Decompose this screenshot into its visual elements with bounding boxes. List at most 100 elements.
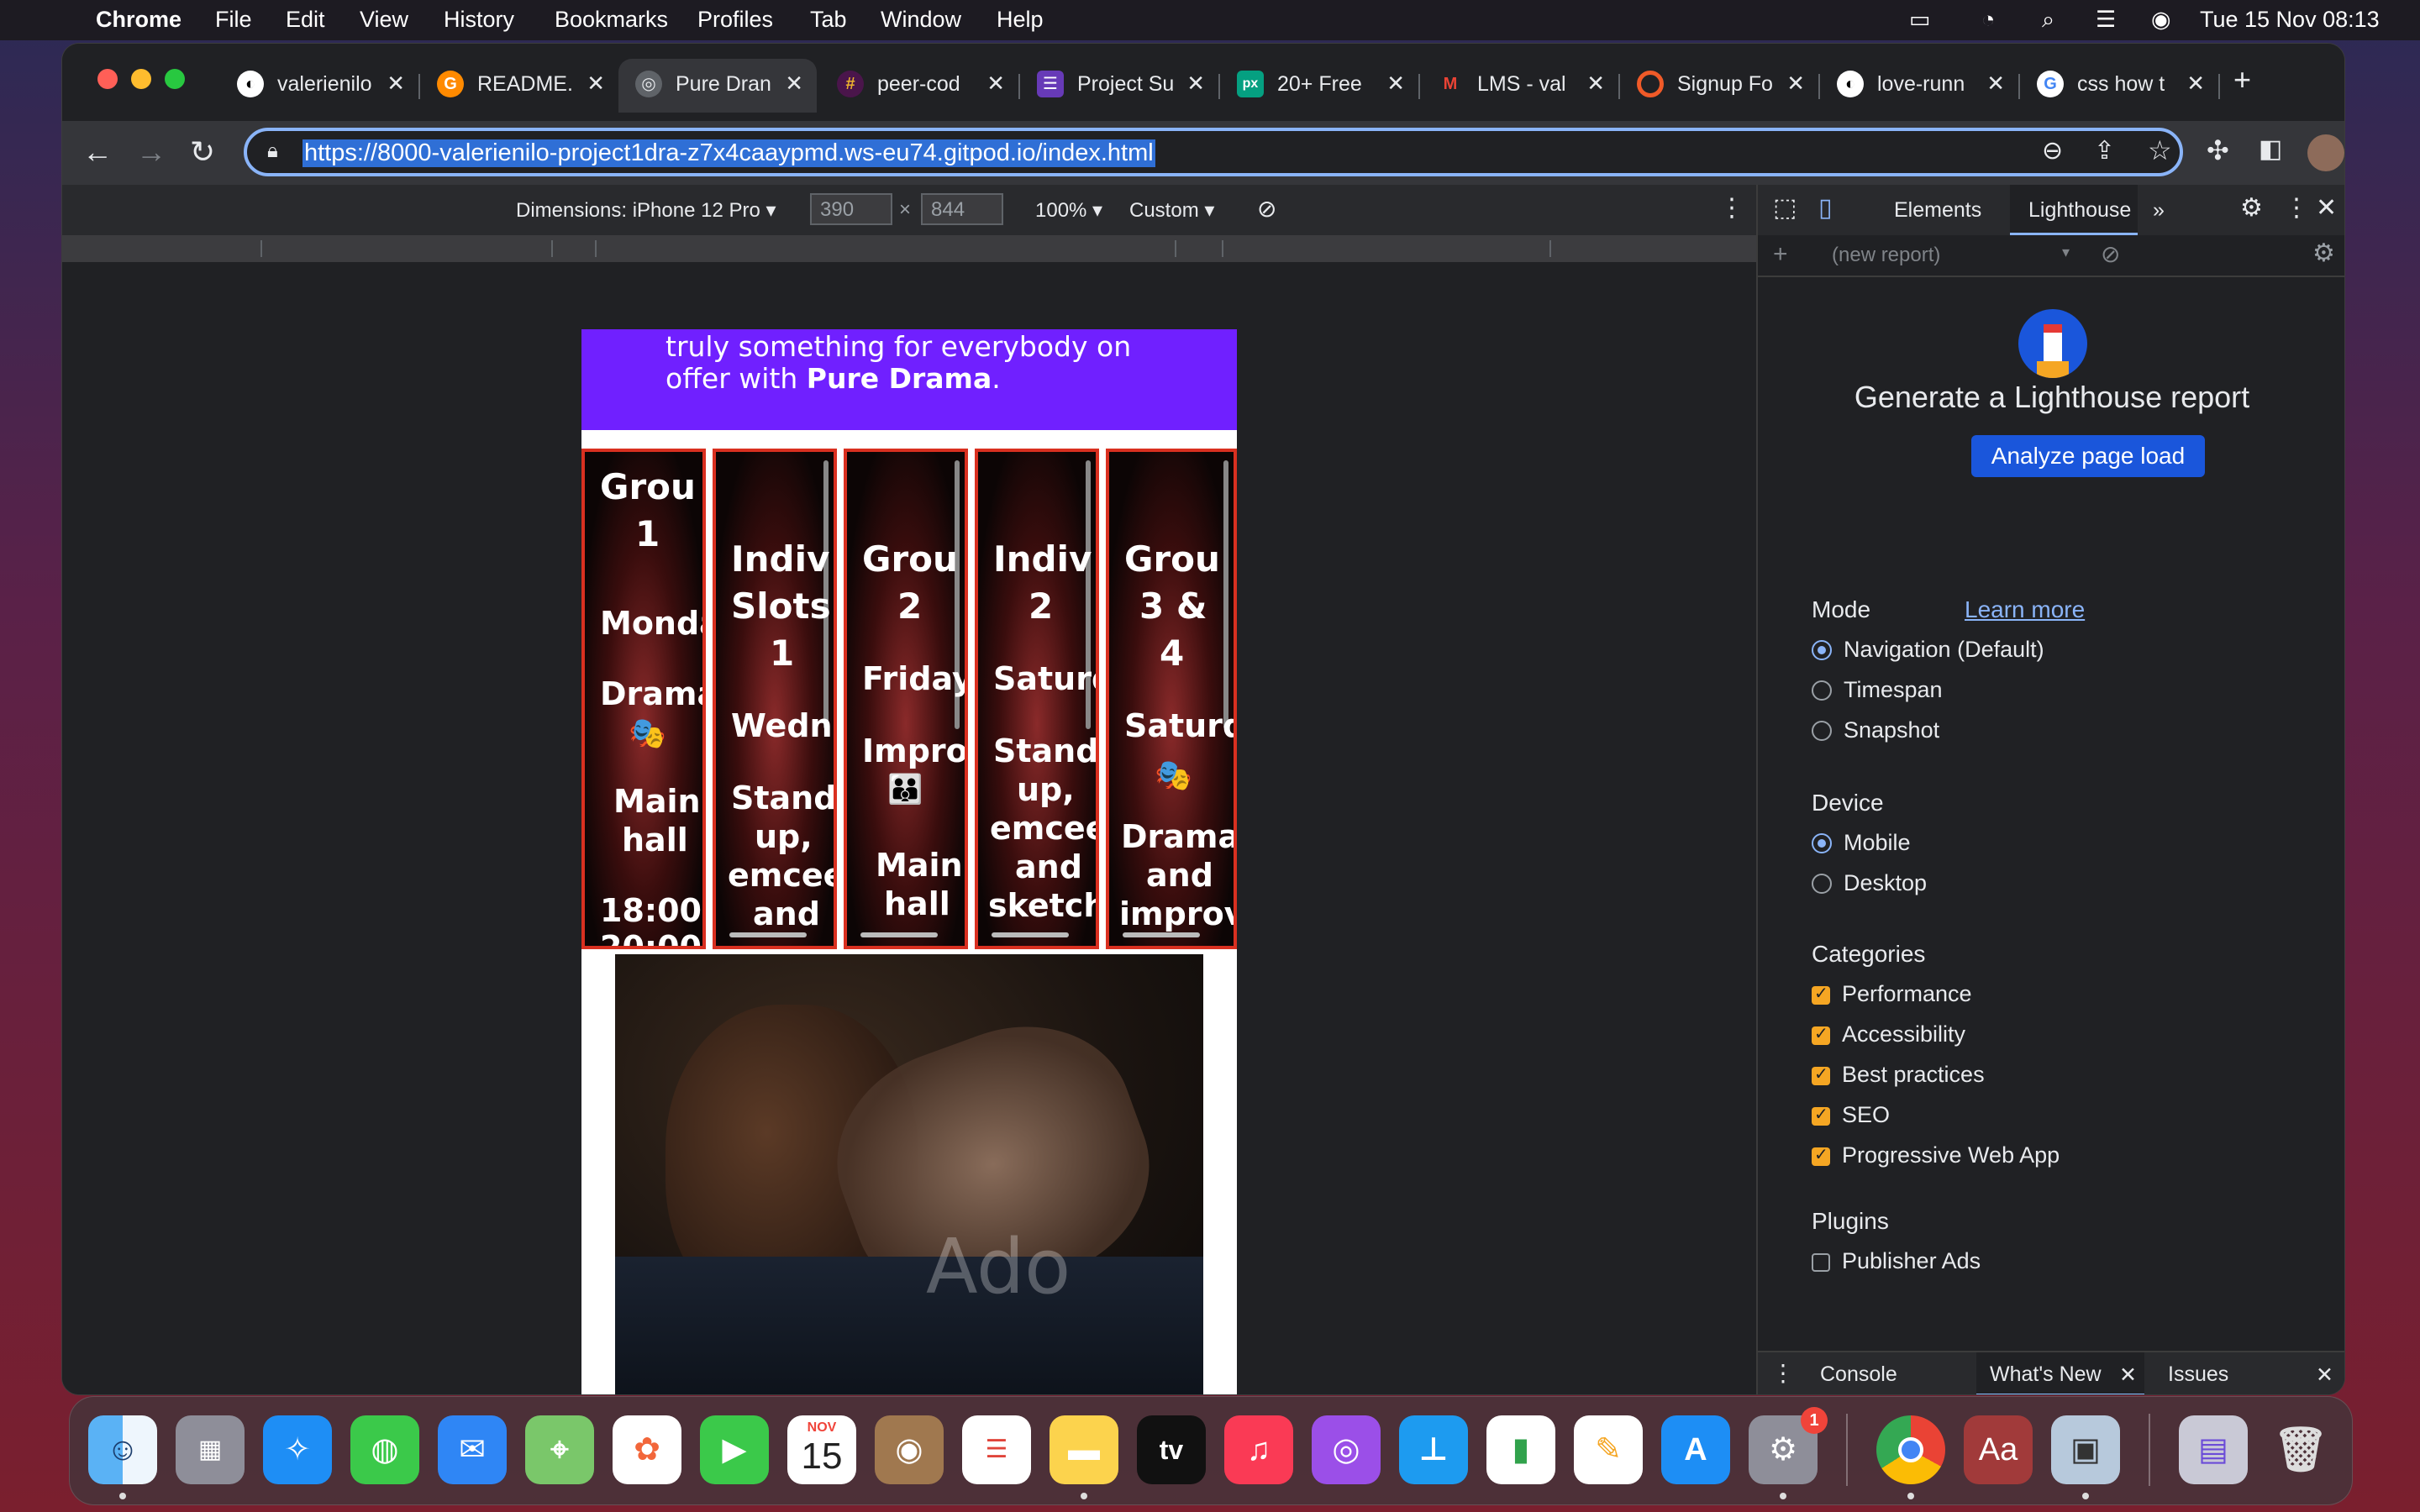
close-tab-icon[interactable]: ✕ [1386,71,1405,97]
mode-snapshot-label[interactable]: Snapshot [1844,717,1939,743]
tab-4[interactable]: ☰ Project Su ✕ [1037,59,1205,113]
podcasts-icon[interactable]: ◎ [1312,1415,1381,1484]
messages-icon[interactable]: ◍ [350,1415,419,1484]
performance-label[interactable]: Performance [1842,981,1972,1007]
menu-app-name[interactable]: Chrome [96,7,182,33]
rotate-icon[interactable]: ⊘ [1257,195,1276,223]
menu-view[interactable]: View [360,7,408,33]
keynote-icon[interactable]: ⊥ [1399,1415,1468,1484]
clear-report-icon[interactable]: ⊘ [2101,240,2120,268]
card-horizontal-scrollbar[interactable] [860,932,938,937]
new-report-plus-icon[interactable]: + [1773,240,1788,269]
system-preferences-icon[interactable]: ⚙ 1 [1749,1407,1828,1484]
best-practices-label[interactable]: Best practices [1842,1062,1985,1088]
menu-file[interactable]: File [215,7,252,33]
new-tab-button[interactable]: + [2233,62,2251,97]
menu-tab[interactable]: Tab [810,7,847,33]
zoom-window-button[interactable] [165,69,185,89]
mail-icon[interactable]: ✉ [438,1415,507,1484]
close-tab-icon[interactable]: ✕ [986,71,1005,97]
analyze-page-load-button[interactable]: Analyze page load [1971,435,2205,477]
chrome-icon[interactable] [1876,1415,1945,1484]
reload-button[interactable]: ↻ [190,134,215,170]
numbers-icon[interactable]: ▮ [1486,1415,1555,1484]
tab-3[interactable]: # peer-cod ✕ [837,59,1005,113]
preview-icon[interactable]: ▣ [2051,1415,2120,1484]
tab-2[interactable]: ◎ Pure Dran ✕ [618,59,817,113]
reminders-icon[interactable]: ☰ [962,1415,1031,1484]
apple-tv-icon[interactable]: tv [1137,1415,1206,1484]
wifi-icon[interactable]: ◔ [1981,7,1995,33]
card-horizontal-scrollbar[interactable] [992,932,1069,937]
side-panel-icon[interactable]: ◧ [2259,134,2282,164]
zoom-dropdown[interactable]: 100% ▾ [1035,198,1102,223]
card-horizontal-scrollbar[interactable] [729,932,807,937]
pwa-checkbox[interactable] [1812,1144,1830,1166]
facetime-icon[interactable]: ▶ [700,1415,769,1484]
launchpad-icon[interactable]: ▦ [176,1415,245,1484]
publisher-ads-label[interactable]: Publisher Ads [1842,1248,1981,1274]
devtools-more-icon[interactable]: ⋮ [2284,193,2309,223]
schedule-card-2[interactable]: Grou 2 Friday Impro 👪 Main hall [844,449,968,949]
close-tab-icon[interactable]: ✕ [2186,71,2205,97]
drawer-tab-console[interactable]: Console [1820,1362,1897,1387]
menu-help[interactable]: Help [997,7,1044,33]
device-desktop-radio[interactable] [1812,874,1832,894]
calendar-icon[interactable]: NOV 15 [787,1415,856,1484]
more-tabs-icon[interactable]: » [2153,198,2165,223]
close-tab-icon[interactable]: ✕ [1186,71,1205,97]
tab-7[interactable]: Signup Fo ✕ [1637,59,1805,113]
spotlight-search-icon[interactable]: ⌕ [2042,7,2054,34]
tab-5[interactable]: px 20+ Free ✕ [1237,59,1405,113]
pwa-label[interactable]: Progressive Web App [1842,1142,2060,1168]
music-icon[interactable]: ♫ [1224,1415,1293,1484]
minimize-window-button[interactable] [131,69,151,89]
report-dropdown-icon[interactable]: ▾ [2062,244,2070,261]
accessibility-checkbox[interactable] [1812,1023,1830,1045]
mode-snapshot-radio[interactable] [1812,721,1832,741]
inspect-element-icon[interactable]: ⬚ [1773,193,1797,223]
tab-9[interactable]: G css how t ✕ [2037,59,2205,113]
close-tab-icon[interactable]: ✕ [1586,71,1605,97]
siri-icon[interactable]: ◉ [2151,7,2171,33]
tab-8[interactable]: ◐ love-runn ✕ [1837,59,2005,113]
extensions-puzzle-icon[interactable]: ✣ [2207,134,2229,166]
device-height-input[interactable]: 844 [921,193,1003,225]
close-drawer-icon[interactable]: ✕ [2316,1362,2333,1388]
menu-bookmarks[interactable]: Bookmarks [555,7,668,33]
share-icon[interactable]: ⇪ [2094,136,2115,165]
card-scrollbar[interactable] [1223,460,1228,729]
device-toolbar-more-icon[interactable]: ⋮ [1719,193,1744,223]
back-button[interactable]: ← [82,134,113,170]
schedule-card-3[interactable]: Indiv 2 Saturd Stand up, emcee and sketc… [975,449,1099,949]
zoom-out-icon[interactable]: ⊖ [2042,136,2063,165]
close-tab-icon[interactable]: ✕ [785,71,803,97]
mode-navigation-radio[interactable] [1812,640,1832,660]
device-dimensions-dropdown[interactable]: Dimensions: iPhone 12 Pro ▾ [516,198,776,223]
emulated-page[interactable]: truly something for everybody on offer w… [581,329,1237,1394]
menu-window[interactable]: Window [881,7,961,33]
device-mobile-label[interactable]: Mobile [1844,830,1911,856]
app-store-icon[interactable]: A [1661,1415,1730,1484]
trash-icon[interactable]: 🗑︎ [2266,1415,2335,1484]
finder-icon[interactable]: ☺ [88,1415,157,1484]
close-devtools-icon[interactable]: ✕ [2316,193,2337,223]
tab-1[interactable]: G README. ✕ [437,59,605,113]
device-width-input[interactable]: 390 [810,193,892,225]
url-text[interactable]: https://8000-valerienilo-project1dra-z7x… [302,139,1155,167]
menu-history[interactable]: History [444,7,514,33]
settings-gear-icon[interactable]: ⚙ [2240,193,2263,223]
address-bar[interactable]: 🔒︎ https://8000-valerienilo-project1dra-… [244,128,2183,176]
publisher-ads-checkbox[interactable] [1812,1253,1830,1272]
menu-clock[interactable]: Tue 15 Nov 08:13 [2200,7,2380,33]
pages-icon[interactable]: ✎ [1574,1415,1643,1484]
close-tab-icon[interactable]: ✕ [1786,71,1805,97]
device-desktop-label[interactable]: Desktop [1844,870,1927,896]
bookmark-star-icon[interactable]: ☆ [2148,134,2172,166]
contacts-icon[interactable]: ◉ [875,1415,944,1484]
schedule-card-4[interactable]: Grou 3 & 4 Saturd 🎭 Drama and improv [1106,449,1237,949]
safari-icon[interactable]: ✧ [263,1415,332,1484]
card-horizontal-scrollbar[interactable] [1123,932,1200,937]
schedule-card-0[interactable]: Grou 1 Monda Drama 🎭 Main hall 18:00- 20… [581,449,706,949]
throttling-dropdown[interactable]: Custom ▾ [1129,198,1214,223]
